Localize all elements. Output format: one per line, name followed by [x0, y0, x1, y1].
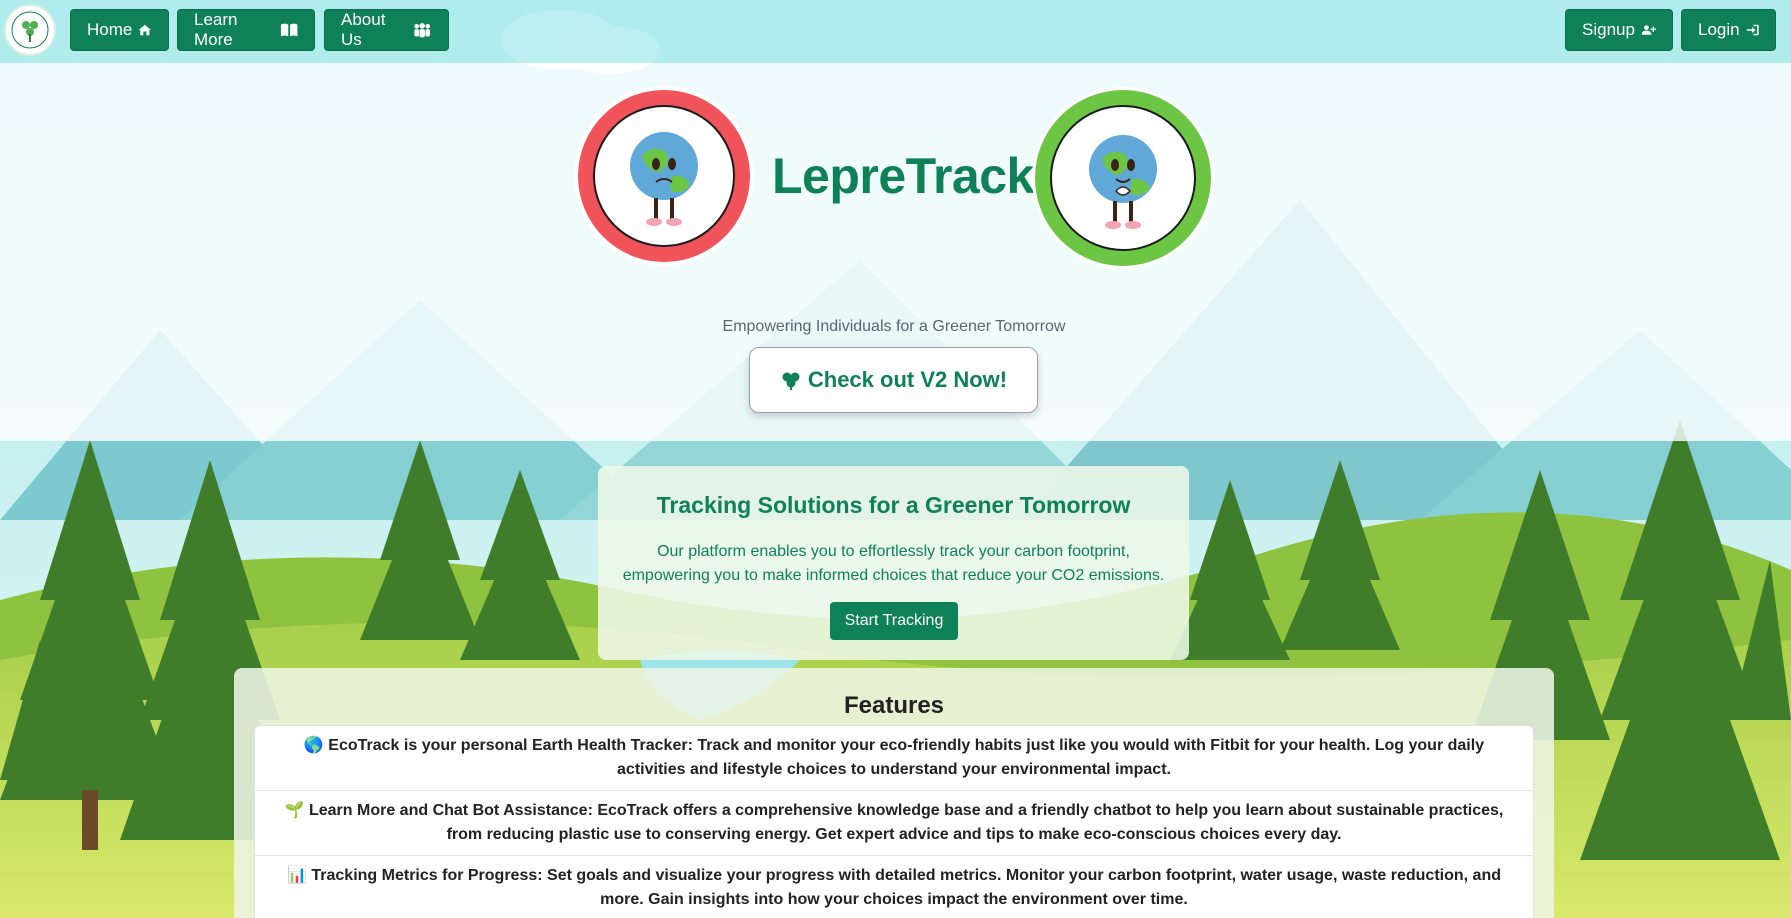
feature-item-earth-health-tracker: 🌎 EcoTrack is your personal Earth Health…	[255, 726, 1533, 791]
clover-icon	[782, 372, 800, 390]
login-button[interactable]: Login	[1681, 9, 1776, 51]
features-title: Features	[843, 692, 945, 719]
start-tracking-button[interactable]: Start Tracking	[830, 602, 958, 640]
tracking-title: Tracking Solutions for a Greener Tomorro…	[656, 492, 1131, 518]
check-out-v2-button[interactable]: Check out V2 Now!	[749, 347, 1038, 413]
signup-button[interactable]: Signup	[1565, 9, 1673, 51]
features-section: Features 🌎 EcoTrack is your personal Ear…	[234, 668, 1554, 918]
sign-in-icon	[1746, 24, 1759, 36]
check-out-v2-label: Check out V2 Now!	[807, 367, 1008, 392]
learn-more-label: Learn More	[194, 10, 238, 49]
earths-guardian-badge	[1032, 87, 1214, 269]
clover-icon	[11, 11, 49, 49]
home-button[interactable]: Home	[70, 9, 169, 51]
about-us-button[interactable]: About Us	[324, 9, 449, 51]
sad-earth-mascot-icon	[578, 90, 750, 262]
bar-chart-emoji-icon: 📊	[287, 867, 307, 884]
tracking-solutions-card: Tracking Solutions for a Greener Tomorro…	[598, 466, 1189, 660]
tagline: Empowering Individuals for a Greener Tom…	[722, 318, 1066, 335]
globe-emoji-icon: 🌎	[303, 737, 324, 754]
happy-earth-mascot-icon	[1035, 90, 1211, 266]
tracking-description: Our platform enables you to effortlessly…	[622, 543, 1165, 584]
feature-list: 🌎 EcoTrack is your personal Earth Health…	[254, 725, 1534, 918]
learn-more-button[interactable]: Learn More	[177, 9, 315, 51]
about-us-label: About Us	[341, 10, 386, 49]
brand-title: LepreTrack	[772, 148, 1034, 204]
feature-text: Tracking Metrics for Progress: Set goals…	[311, 867, 1501, 908]
user-plus-icon	[1641, 25, 1656, 35]
seedling-emoji-icon: 🌱	[284, 802, 305, 819]
feature-item-tracking-metrics: 📊 Tracking Metrics for Progress: Set goa…	[255, 856, 1533, 918]
home-label: Home	[87, 20, 133, 39]
people-icon	[413, 23, 430, 38]
feature-item-learn-more-chatbot: 🌱 Learn More and Chat Bot Assistance: Ec…	[255, 791, 1533, 856]
feature-text: Learn More and Chat Bot Assistance: EcoT…	[308, 802, 1504, 843]
hero-section: LepreTrack Empowering Individuals for a …	[0, 63, 1791, 441]
book-icon	[280, 23, 298, 37]
signup-label: Signup	[1582, 20, 1635, 39]
login-label: Login	[1698, 20, 1740, 39]
terras-tormentor-badge	[574, 86, 754, 266]
lepretrack-logo[interactable]	[4, 4, 56, 56]
top-navbar: Home Learn More About Us Signup Login	[0, 0, 1791, 63]
home-icon	[139, 24, 152, 36]
feature-text: EcoTrack is your personal Earth Health T…	[328, 737, 1485, 778]
